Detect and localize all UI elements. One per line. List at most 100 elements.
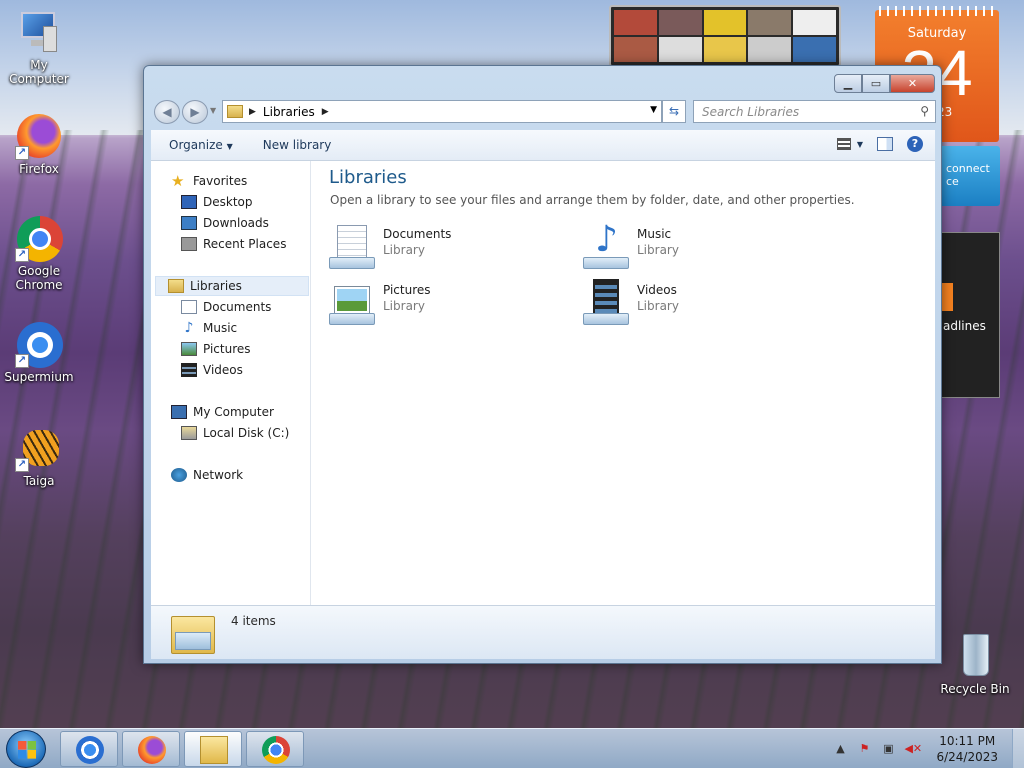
back-button[interactable]: ◀ [154, 100, 180, 124]
nav-network-label: Network [193, 468, 244, 482]
address-dropdown-icon[interactable]: ▼ [650, 105, 657, 115]
nav-local-disk[interactable]: Local Disk (C:) [181, 423, 289, 443]
nav-favorites[interactable]: ★ Favorites [171, 171, 247, 191]
search-icon[interactable]: ⚲ [920, 104, 929, 118]
desktop-icon-supermium[interactable]: ↗ Supermium [0, 320, 78, 384]
network-icon [171, 468, 187, 482]
library-type: Library [637, 299, 679, 313]
nav-documents[interactable]: Documents [181, 297, 271, 317]
connect-gadget[interactable]: connect ce [938, 146, 1000, 206]
nav-recent-places[interactable]: Recent Places [181, 234, 286, 254]
show-hidden-icons-icon[interactable]: ▲ [832, 742, 848, 756]
supermium-icon [76, 736, 104, 764]
headlines-gadget[interactable]: adlines [938, 232, 1000, 398]
network-status-icon[interactable]: ▣ [880, 742, 896, 756]
nav-local-disk-label: Local Disk (C:) [203, 426, 290, 440]
view-options-dropdown-icon[interactable]: ▼ [857, 140, 863, 149]
nav-favorites-label: Favorites [193, 174, 248, 188]
clock[interactable]: 10:11 PM 6/24/2023 [936, 733, 998, 765]
desktop-icon-google-chrome[interactable]: ↗ Google Chrome [0, 214, 78, 292]
nav-my-computer[interactable]: My Computer [171, 402, 274, 422]
breadcrumb-separator-icon[interactable]: ▶ [249, 107, 256, 117]
taskbar-chrome[interactable] [246, 731, 304, 767]
desktop-icon-taiga[interactable]: ↗ Taiga [0, 424, 78, 488]
nav-pictures-label: Pictures [203, 342, 251, 356]
change-view-icon[interactable] [836, 138, 851, 150]
new-library-button[interactable]: New library [263, 138, 332, 152]
navigation-bar: ◀ ▶ ▼ ▶ Libraries ▶ ▼ ⇆ Search Libraries… [152, 98, 936, 124]
library-item-pictures[interactable]: Pictures Library [329, 279, 431, 327]
downloads-icon [181, 216, 197, 230]
organize-button[interactable]: Organize ▼ [169, 138, 233, 152]
help-icon[interactable]: ? [907, 136, 923, 152]
nav-music-label: Music [203, 321, 238, 335]
connect-gadget-text: connect ce [946, 162, 990, 188]
chrome-icon: ↗ [15, 214, 63, 262]
show-desktop-button[interactable] [1012, 729, 1024, 768]
volume-muted-icon[interactable]: ◀✕ [904, 742, 922, 756]
mouse-cursor [397, 503, 409, 521]
library-item-music[interactable]: ♪ Music Library [583, 219, 679, 271]
desktop-icon-label: My Computer [9, 58, 69, 86]
organize-label: Organize [169, 138, 223, 152]
recent-places-icon [181, 237, 197, 251]
window-controls: ▁ ▭ ✕ [834, 74, 935, 93]
maximize-button[interactable]: ▭ [862, 74, 890, 93]
recent-pages-dropdown[interactable]: ▼ [210, 106, 216, 115]
library-type: Library [383, 299, 425, 313]
library-name: Documents [383, 227, 452, 241]
calendar-rings [879, 6, 995, 16]
search-input[interactable]: Search Libraries ⚲ [693, 100, 936, 123]
chevron-down-icon: ▼ [226, 142, 233, 151]
documents-library-icon [329, 223, 377, 271]
headlines-text: adlines [943, 319, 986, 333]
desktop-icon-my-computer[interactable]: My Computer [0, 8, 78, 86]
tiger-icon: ↗ [15, 424, 63, 472]
desktop-icon-firefox[interactable]: ↗ Firefox [0, 112, 78, 176]
nav-recent-places-label: Recent Places [203, 237, 287, 251]
close-button[interactable]: ✕ [890, 74, 935, 93]
desktop-icon-label: Taiga [23, 474, 55, 488]
breadcrumb-libraries[interactable]: Libraries [263, 105, 315, 119]
taskbar-firefox[interactable] [122, 731, 180, 767]
breadcrumb-separator-icon[interactable]: ▶ [322, 107, 329, 117]
action-center-flag-icon[interactable]: ⚑ [856, 742, 872, 756]
pictures-library-icon [329, 279, 377, 327]
nav-network[interactable]: Network [171, 465, 243, 485]
nav-documents-label: Documents [203, 300, 272, 314]
taskbar-supermium[interactable] [60, 731, 118, 767]
library-name: Pictures [383, 283, 431, 297]
nav-downloads[interactable]: Downloads [181, 213, 269, 233]
library-item-videos[interactable]: Videos Library [583, 279, 679, 327]
hard-drive-icon [181, 426, 197, 440]
nav-desktop[interactable]: Desktop [181, 192, 253, 212]
forward-button[interactable]: ▶ [182, 100, 208, 124]
nav-libraries[interactable]: Libraries [155, 276, 309, 296]
nav-pictures[interactable]: Pictures [181, 339, 251, 359]
firefox-icon: ↗ [15, 112, 63, 160]
nav-music[interactable]: ♪ Music [181, 318, 238, 338]
address-bar[interactable]: ▶ Libraries ▶ ▼ [222, 100, 662, 123]
nav-videos-label: Videos [203, 363, 243, 377]
slideshow-gadget[interactable] [609, 5, 841, 67]
library-type: Library [383, 243, 425, 257]
content-pane: Libraries Open a library to see your fil… [311, 161, 935, 605]
desktop-icon-recycle-bin[interactable]: Recycle Bin [936, 632, 1014, 696]
nav-videos[interactable]: Videos [181, 360, 243, 380]
minimize-button[interactable]: ▁ [834, 74, 862, 93]
libraries-folder-icon [171, 612, 215, 654]
shortcut-arrow-icon: ↗ [15, 354, 29, 368]
taskbar-explorer[interactable] [184, 731, 242, 767]
film-icon [181, 363, 197, 377]
chrome-icon [262, 736, 290, 764]
notification-area: ▲ ⚑ ▣ ◀✕ 10:11 PM 6/24/2023 [832, 729, 1024, 768]
shortcut-arrow-icon: ↗ [15, 146, 29, 160]
taskbar: ▲ ⚑ ▣ ◀✕ 10:11 PM 6/24/2023 [0, 728, 1024, 768]
desktop-icon-label: Recycle Bin [940, 682, 1010, 696]
refresh-button[interactable]: ⇆ [662, 100, 686, 123]
recycle-bin-icon [951, 632, 999, 680]
start-button[interactable] [6, 730, 46, 768]
preview-pane-icon[interactable] [877, 137, 893, 151]
library-item-documents[interactable]: Documents Library [329, 223, 451, 271]
star-icon: ★ [171, 172, 185, 190]
